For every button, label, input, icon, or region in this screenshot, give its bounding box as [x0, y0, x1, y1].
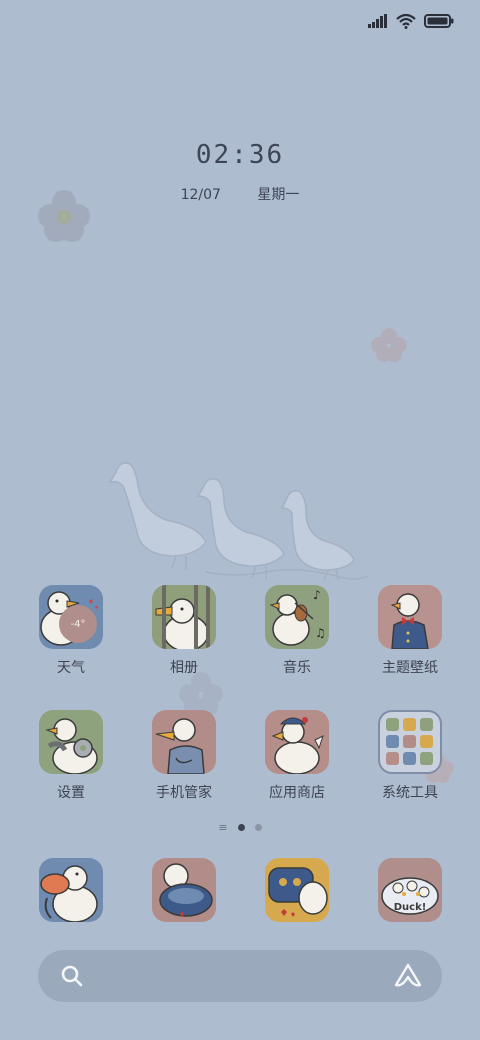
- duck-settings-icon: [39, 710, 103, 774]
- menu-lines-icon: ≡: [218, 821, 228, 834]
- duck-phone-icon: [39, 858, 103, 922]
- duck-manager-icon: [152, 710, 216, 774]
- date-text: 12/07: [180, 187, 221, 203]
- svg-text:♫: ♫: [315, 626, 326, 640]
- app-settings[interactable]: 设置: [21, 710, 121, 802]
- app-gallery[interactable]: 相册: [134, 585, 234, 677]
- battery-icon: [424, 14, 454, 28]
- app-label: 设置: [57, 785, 85, 801]
- app-store[interactable]: 应用商店: [247, 710, 347, 802]
- duck-music-icon: ♪ ♫: [265, 585, 329, 649]
- app-theme[interactable]: 主题壁纸: [360, 585, 460, 677]
- app-label: 主题壁纸: [382, 660, 438, 676]
- clock-time[interactable]: 02:36: [0, 140, 480, 170]
- weather-temp-badge: -4°: [59, 605, 97, 643]
- dock-browser[interactable]: [247, 858, 347, 922]
- svg-text:♪: ♪: [313, 588, 321, 602]
- app-label: 天气: [57, 660, 85, 676]
- wifi-icon: [396, 13, 416, 29]
- app-weather[interactable]: -4° 天气: [21, 585, 121, 677]
- app-label: 系统工具: [382, 785, 438, 801]
- flower-decoration-small: [370, 328, 408, 362]
- page-dot[interactable]: [254, 824, 262, 831]
- app-music[interactable]: ♪ ♫ 音乐: [247, 585, 347, 677]
- search-icon[interactable]: [60, 964, 84, 988]
- page-dot-active[interactable]: [237, 824, 245, 831]
- dock-camera[interactable]: Duck!: [360, 858, 460, 922]
- duck-camera-icon: Duck!: [378, 858, 442, 922]
- duck-weather-icon: -4°: [39, 585, 103, 649]
- app-label: 应用商店: [269, 785, 325, 801]
- app-label: 音乐: [283, 660, 311, 676]
- signal-icon: [368, 14, 388, 28]
- status-bar: [368, 10, 454, 32]
- dock-phone[interactable]: [21, 858, 121, 922]
- duck-store-icon: [265, 710, 329, 774]
- duck-browser-icon: [265, 858, 329, 922]
- weekday-text: 星期一: [257, 187, 300, 203]
- folder-system-tools-icon: [378, 710, 442, 774]
- assistant-icon[interactable]: [394, 963, 422, 989]
- app-phone-manager[interactable]: 手机管家: [134, 710, 234, 802]
- app-label: 相册: [170, 660, 198, 676]
- search-bar[interactable]: [38, 950, 442, 1002]
- folder-system-tools[interactable]: 系统工具: [360, 710, 460, 802]
- flower-decoration: [34, 190, 94, 242]
- duck-gallery-icon: [152, 585, 216, 649]
- dock-messages[interactable]: [134, 858, 234, 922]
- geese-illustration: [106, 452, 376, 588]
- camera-tile-text: Duck!: [393, 902, 427, 913]
- weather-temp-text: -4°: [70, 618, 86, 630]
- app-label: 手机管家: [156, 785, 212, 801]
- page-indicator[interactable]: ≡: [0, 821, 480, 834]
- duck-messages-icon: [152, 858, 216, 922]
- duck-theme-icon: [378, 585, 442, 649]
